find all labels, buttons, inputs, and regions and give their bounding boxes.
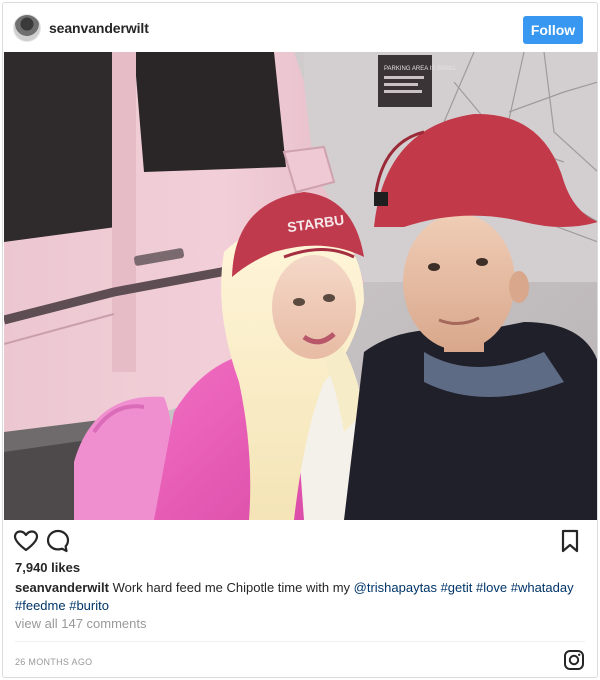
bookmark-icon[interactable]	[557, 528, 583, 554]
hashtag-link[interactable]: #burito	[69, 598, 109, 613]
hashtag-link[interactable]: #whataday	[511, 580, 574, 595]
heart-icon[interactable]	[13, 528, 39, 554]
comment-icon[interactable]	[45, 528, 71, 554]
post-header: seanvanderwilt Follow	[3, 3, 597, 53]
post-photo[interactable]: PARKING AREA IS SMALL STARBU	[4, 52, 598, 520]
post-caption: seanvanderwilt Work hard feed me Chipotl…	[15, 579, 585, 615]
hashtag-link[interactable]: #feedme	[15, 598, 66, 613]
caption-text: Work hard feed me Chipotle time with my	[112, 580, 351, 595]
user-avatar[interactable]	[13, 14, 41, 42]
follow-button[interactable]: Follow	[523, 16, 583, 44]
action-bar	[3, 520, 597, 558]
instagram-embed-card: seanvanderwilt Follow PARKING AREA IS SM…	[2, 2, 598, 678]
view-all-comments-link[interactable]: view all 147 comments	[15, 616, 147, 631]
caption-username[interactable]: seanvanderwilt	[15, 580, 109, 595]
post-timestamp: 26 MONTHS AGO	[15, 657, 93, 667]
divider	[15, 641, 585, 642]
hashtag-link[interactable]: #love	[476, 580, 507, 595]
mention-link[interactable]: @trishapaytas	[354, 580, 437, 595]
likes-count[interactable]: 7,940 likes	[15, 560, 80, 575]
username[interactable]: seanvanderwilt	[49, 20, 149, 36]
parking-sign: PARKING AREA IS SMALL	[384, 66, 457, 72]
instagram-icon[interactable]	[563, 649, 585, 671]
hashtag-link[interactable]: #getit	[441, 580, 473, 595]
